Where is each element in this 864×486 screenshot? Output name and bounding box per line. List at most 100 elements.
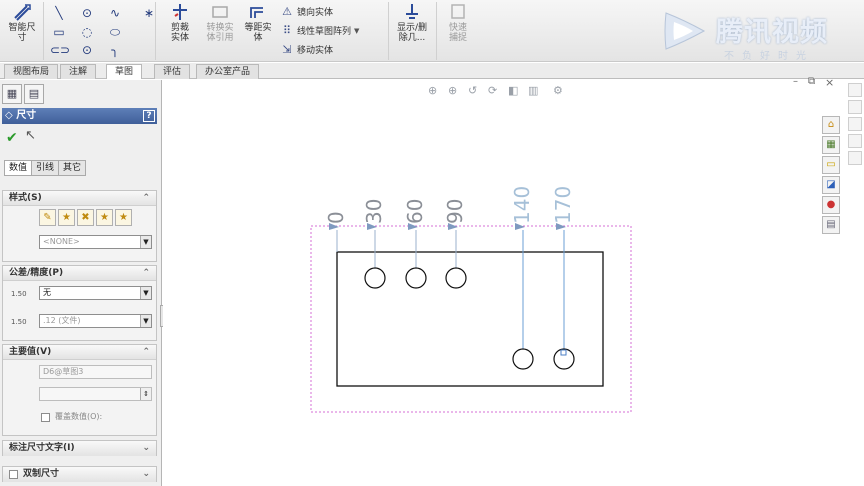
tab-value[interactable]: 数值 [4, 160, 33, 176]
display-delete-relations-button[interactable]: 显示/删除几... [392, 2, 432, 43]
feature-tree-icon: ▦ [6, 87, 18, 100]
tolerance-type-icon: 1.50 [11, 290, 27, 298]
spline-tool[interactable]: ∿ [106, 6, 124, 20]
polygon-tool[interactable]: ⊙ [78, 43, 96, 57]
tolerance-group-header[interactable]: 公差/精度(P) ⌃ [3, 266, 156, 281]
dimension-text-group: 标注尺寸文字(I) ⌄ [2, 440, 157, 456]
fillet-icon: ╮ [111, 43, 119, 57]
save-style-icon[interactable]: ★ [96, 209, 113, 226]
trim-entities-button[interactable]: 剪裁实体 [160, 2, 200, 43]
delete-style-icon[interactable]: ✖ [77, 209, 94, 226]
tab-office-products[interactable]: 办公室产品 [196, 64, 260, 79]
fillet-tool[interactable]: ╮ [106, 43, 124, 57]
dual-dimension-group: 双制尺寸 ⌄ [2, 466, 157, 482]
mirror-entities-button[interactable]: ⚠ 镜向实体 [280, 3, 333, 20]
primary-group-header[interactable]: 主要值(V) ⌃ [3, 345, 156, 360]
slot-tool[interactable]: ⊂⊃ [50, 43, 70, 57]
tab-annotation[interactable]: 注解 [60, 64, 97, 79]
linear-pattern-label: 线性草图阵列 [297, 27, 352, 37]
watermark-slogan: 不负好时光 [724, 51, 814, 62]
move-icon: ⇲ [282, 42, 292, 56]
add-style-icon[interactable]: ★ [58, 209, 75, 226]
tencent-video-logo-icon [664, 12, 706, 50]
hole-circle[interactable] [512, 348, 534, 370]
style-select[interactable]: <NONE> ▼ [39, 235, 152, 249]
primary-group-title: 主要值(V) [9, 347, 52, 357]
line-tool[interactable]: ╲ [50, 6, 68, 20]
parts-library-icon[interactable]: ▦ [822, 136, 840, 154]
command-tabs: 视图布局 注解 草图 评估 办公室产品 [0, 63, 864, 79]
property-manager-icon: ▤ [28, 87, 40, 100]
collapse-icon: ⌃ [142, 268, 150, 278]
dual-dimension-header[interactable]: 双制尺寸 ⌄ [3, 467, 156, 482]
ordinate-dimension-label[interactable]: 90 [443, 199, 467, 224]
precision-select[interactable]: .12 (文件) ▼ [39, 314, 152, 328]
dimension-group: 0 30 60 90 140 170 [324, 186, 575, 349]
ordinate-dimension-label[interactable]: 170 [551, 186, 575, 224]
linear-pattern-dropdown-icon[interactable]: ▼ [354, 27, 359, 35]
hole-circle[interactable] [405, 267, 427, 289]
ordinate-dimension-label[interactable]: 140 [510, 186, 534, 224]
sketch-rectangle[interactable] [336, 251, 604, 387]
edge-button[interactable] [848, 151, 862, 165]
style-icon-row: ✎ ★ ✖ ★ ★ [39, 209, 132, 226]
ok-button[interactable]: ✔ [6, 130, 18, 146]
tab-evaluate[interactable]: 评估 [154, 64, 191, 79]
tab-leaders[interactable]: 引线 [31, 160, 60, 176]
dimension-text-header[interactable]: 标注尺寸文字(I) ⌄ [3, 441, 156, 456]
edge-button[interactable] [848, 83, 862, 97]
property-manager-panel: ▦ ▤ ◇ 尺寸 ? ✔ ↖ 数值 引线 其它 样式(S) ⌃ ✎ ★ ✖ ★ … [0, 80, 166, 486]
style-select-value: <NONE> [43, 237, 80, 246]
ordinate-dimension-label[interactable]: 0 [324, 211, 348, 224]
display-delete-label: 显示/删除几... [396, 23, 428, 43]
dropdown-arrow-icon: ▼ [140, 287, 151, 299]
custom-properties-icon[interactable]: ▤ [822, 216, 840, 234]
appearance-icon[interactable]: ● [822, 196, 840, 214]
feature-manager-tab[interactable]: ▦ [2, 84, 22, 104]
view-palette-icon[interactable]: ◪ [822, 176, 840, 194]
load-style-icon[interactable]: ★ [115, 209, 132, 226]
primary-value-spinner[interactable]: ⇕ [39, 387, 152, 401]
move-entities-button[interactable]: ⇲ 移动实体 [280, 41, 333, 58]
polygon-icon: ⊙ [81, 43, 93, 57]
edge-button[interactable] [848, 117, 862, 131]
tab-other[interactable]: 其它 [58, 160, 87, 176]
ordinate-dimension-label[interactable]: 30 [362, 199, 386, 224]
rapid-snap-button[interactable]: 快速捕捉 [440, 2, 476, 43]
collapse-icon: ⌃ [142, 193, 150, 203]
tab-sketch[interactable]: 草图 [106, 64, 143, 79]
hole-circle[interactable] [445, 267, 467, 289]
dual-dimension-checkbox[interactable] [9, 470, 18, 479]
ordinate-dimension-label[interactable]: 60 [403, 199, 427, 224]
tab-view-layout[interactable]: 视图布局 [4, 64, 59, 79]
watermark-brand: 腾讯视频 [716, 17, 828, 48]
file-explorer-icon[interactable]: ▭ [822, 156, 840, 174]
property-manager-tab[interactable]: ▤ [24, 84, 44, 104]
rectangle-tool[interactable]: ▭ [50, 25, 68, 39]
style-group-header[interactable]: 样式(S) ⌃ [3, 191, 156, 206]
smart-dimension-button[interactable]: 智能尺寸 [2, 2, 42, 43]
edge-button[interactable] [848, 134, 862, 148]
linear-pattern-button[interactable]: ⠿ 线性草图阵列 ▼ [280, 22, 359, 39]
tolerance-type-select[interactable]: 无 ▼ [39, 286, 152, 300]
selection-handle[interactable] [560, 349, 567, 356]
convert-entities-button[interactable]: 转换实体引用 [200, 2, 240, 43]
dropdown-arrow-icon: ▼ [140, 315, 151, 327]
help-button[interactable]: ? [143, 110, 155, 122]
primary-value-name: D6@草图3 [43, 367, 84, 376]
apply-default-style-icon[interactable]: ✎ [39, 209, 56, 226]
circle-tool[interactable]: ⊙ [78, 6, 96, 20]
primary-value-name-field[interactable]: D6@草图3 [39, 365, 152, 379]
tencent-video-watermark: 腾讯视频 不负好时光 [660, 6, 860, 62]
hole-circle[interactable] [364, 267, 386, 289]
hole-circles [364, 267, 575, 370]
arc-tool[interactable]: ◌ [78, 25, 96, 39]
override-value-checkbox[interactable] [41, 413, 50, 422]
graphics-area[interactable]: ⊕ ⊕ ↺ ⟳ ◧ ▥ ⚙ – ⧉ × 0 30 60 90 140 170 [163, 76, 864, 486]
home-icon[interactable]: ⌂ [822, 116, 840, 134]
relations-icon [406, 4, 418, 19]
precision-value: .12 (文件) [43, 316, 81, 325]
ellipse-tool[interactable]: ⬭ [106, 25, 124, 39]
edge-button[interactable] [848, 100, 862, 114]
offset-entities-button[interactable]: 等距实体 [240, 2, 276, 43]
